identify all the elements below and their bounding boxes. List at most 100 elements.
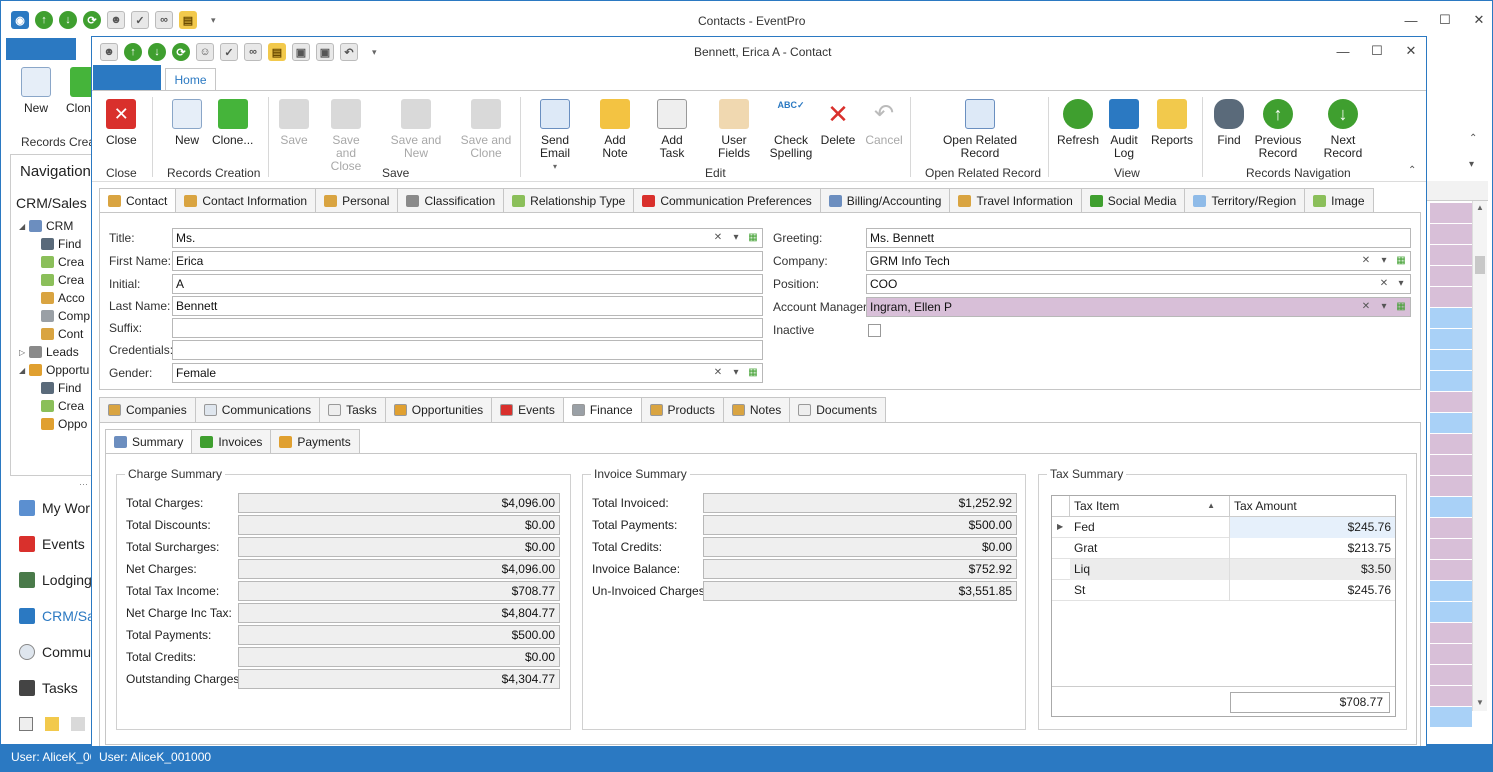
field-initial[interactable]: A [172, 274, 763, 294]
table-row[interactable]: Grat $213.75 [1052, 538, 1395, 559]
chevron-down-icon[interactable]: ▾ [1376, 298, 1392, 316]
nav-tree-item[interactable]: Find [11, 235, 91, 253]
nav-tree-item[interactable]: ◢ Opportu [11, 361, 91, 379]
expand-icon[interactable]: ◢ [19, 366, 29, 375]
grid-row[interactable] [1430, 371, 1472, 391]
tab-documents[interactable]: Documents [789, 397, 886, 423]
grid-row[interactable] [1430, 560, 1472, 580]
tab-contact-information[interactable]: Contact Information [175, 188, 317, 213]
grid-row[interactable] [1430, 287, 1472, 307]
tab-companies[interactable]: Companies [99, 397, 196, 423]
grid-row[interactable] [1430, 413, 1472, 433]
maximize-icon[interactable]: ☐ [1360, 39, 1394, 63]
new-button[interactable]: New [172, 99, 202, 147]
field-company[interactable]: GRM Info Tech ✕ ▾ ▦ [866, 251, 1411, 271]
nav-tree-item[interactable]: Cont [11, 325, 91, 343]
open-related-record-button[interactable]: Open Related Record [940, 99, 1020, 160]
save-all-icon[interactable]: ▣ [316, 43, 334, 61]
tab-travel-information[interactable]: Travel Information [949, 188, 1082, 213]
grid-scrollbar[interactable]: ▲ ▼ [1472, 201, 1487, 711]
refresh-button[interactable]: Refresh [1056, 99, 1100, 147]
field-credentials[interactable] [172, 340, 763, 360]
close-icon[interactable]: ✕ [1462, 8, 1492, 32]
tab-events[interactable]: Events [491, 397, 564, 423]
customize-toolbar-icon[interactable]: ▾ [211, 15, 216, 26]
nav-group-item[interactable]: My Wor [19, 500, 93, 516]
field-title[interactable]: Ms. ✕ ▾ ▦ [172, 228, 763, 248]
minimize-icon[interactable]: — [1326, 39, 1360, 63]
arrow-up-icon[interactable]: ↑ [35, 11, 53, 29]
notes-icon[interactable] [71, 717, 85, 731]
main-application-menu-button[interactable] [6, 38, 76, 60]
chevron-down-icon[interactable]: ▾ [728, 229, 744, 247]
binoculars-icon[interactable]: ∞ [155, 11, 173, 29]
tab-communication-preferences[interactable]: Communication Preferences [633, 188, 821, 213]
main-dropdown-icon[interactable]: ▾ [1469, 159, 1474, 170]
ribbon-tab-home[interactable]: Home [165, 68, 216, 91]
tab-territory-region[interactable]: Territory/Region [1184, 188, 1306, 213]
close-button[interactable]: ✕ Close [106, 99, 137, 147]
expand-icon[interactable]: ▷ [19, 348, 29, 357]
reports-button[interactable]: Reports [1150, 99, 1194, 147]
nav-group-item[interactable]: Tasks [19, 680, 93, 696]
arrow-up-icon[interactable]: ↑ [124, 43, 142, 61]
reports-icon[interactable]: ▤ [268, 43, 286, 61]
cancel-button[interactable]: ↶ Cancel [865, 99, 902, 147]
nav-tree-item[interactable]: Find [11, 379, 91, 397]
clear-icon[interactable]: ✕ [1358, 252, 1374, 270]
previous-record-button[interactable]: ↑ Previous Record [1255, 99, 1301, 160]
inactive-checkbox[interactable] [868, 324, 881, 337]
nav-tree-item[interactable]: Crea [11, 253, 91, 271]
nav-tree-item[interactable]: Acco [11, 289, 91, 307]
main-collapse-ribbon-icon[interactable]: ⌃ [1469, 133, 1477, 144]
undo-icon[interactable]: ↶ [340, 43, 358, 61]
field-greeting[interactable]: Ms. Bennett [866, 228, 1411, 248]
field-suffix[interactable] [172, 318, 763, 338]
tab-notes[interactable]: Notes [722, 397, 791, 423]
user-fields-button[interactable]: User Fields [706, 99, 762, 160]
checklist-icon[interactable]: ✓ [220, 43, 238, 61]
save-and-close-button[interactable]: Save and Close [321, 99, 371, 173]
nav-group-item[interactable]: Commu [19, 644, 93, 660]
nav-tree-item[interactable]: ◢ CRM [11, 217, 91, 235]
lookup-icon[interactable]: ▦ [1393, 298, 1409, 316]
collapse-ribbon-icon[interactable]: ⌃ [1408, 165, 1416, 176]
tax-amount-column-header[interactable]: Tax Amount [1230, 496, 1395, 517]
send-email-dropdown-icon[interactable]: ▾ [553, 160, 557, 173]
grid-row[interactable] [1430, 203, 1472, 223]
subtab-invoices[interactable]: Invoices [191, 429, 272, 454]
tab-products[interactable]: Products [640, 397, 724, 423]
audit-log-button[interactable]: Audit Log [1108, 99, 1140, 160]
tab-billing-accounting[interactable]: Billing/Accounting [819, 188, 951, 213]
expand-icon[interactable]: ◢ [19, 222, 29, 231]
grid-row[interactable] [1430, 308, 1472, 328]
grid-row[interactable] [1430, 455, 1472, 475]
tab-contact[interactable]: Contact [99, 188, 177, 213]
grid-row[interactable] [1430, 665, 1472, 685]
tab-communications[interactable]: Communications [194, 397, 321, 423]
field-gender[interactable]: Female ✕ ▾ ▦ [172, 363, 763, 383]
add-task-button[interactable]: Add Task [648, 99, 696, 160]
grid-row[interactable] [1430, 602, 1472, 622]
find-button[interactable]: Find [1212, 99, 1246, 147]
tax-item-column-header[interactable]: Tax Item ▲ [1070, 496, 1230, 517]
grid-row[interactable] [1430, 392, 1472, 412]
arrow-down-icon[interactable]: ↓ [59, 11, 77, 29]
field-first-name[interactable]: Erica [172, 251, 763, 271]
clear-icon[interactable]: ✕ [710, 229, 726, 247]
save-and-new-button[interactable]: Save and New [380, 99, 452, 160]
grid-row[interactable] [1430, 644, 1472, 664]
nav-tree-item[interactable]: Crea [11, 271, 91, 289]
grid-row[interactable] [1430, 497, 1472, 517]
add-note-button[interactable]: Add Note [592, 99, 638, 160]
contact-application-menu-button[interactable] [93, 65, 161, 90]
lookup-icon[interactable]: ▦ [1393, 252, 1409, 270]
customize-toolbar-icon[interactable]: ▾ [372, 47, 377, 58]
grid-row[interactable] [1430, 224, 1472, 244]
clear-icon[interactable]: ✕ [1358, 298, 1374, 316]
lookup-icon[interactable]: ▦ [745, 364, 761, 382]
grid-row[interactable] [1430, 623, 1472, 643]
grid-row[interactable] [1430, 329, 1472, 349]
grid-row[interactable] [1430, 266, 1472, 286]
calculator-icon[interactable] [19, 717, 33, 731]
